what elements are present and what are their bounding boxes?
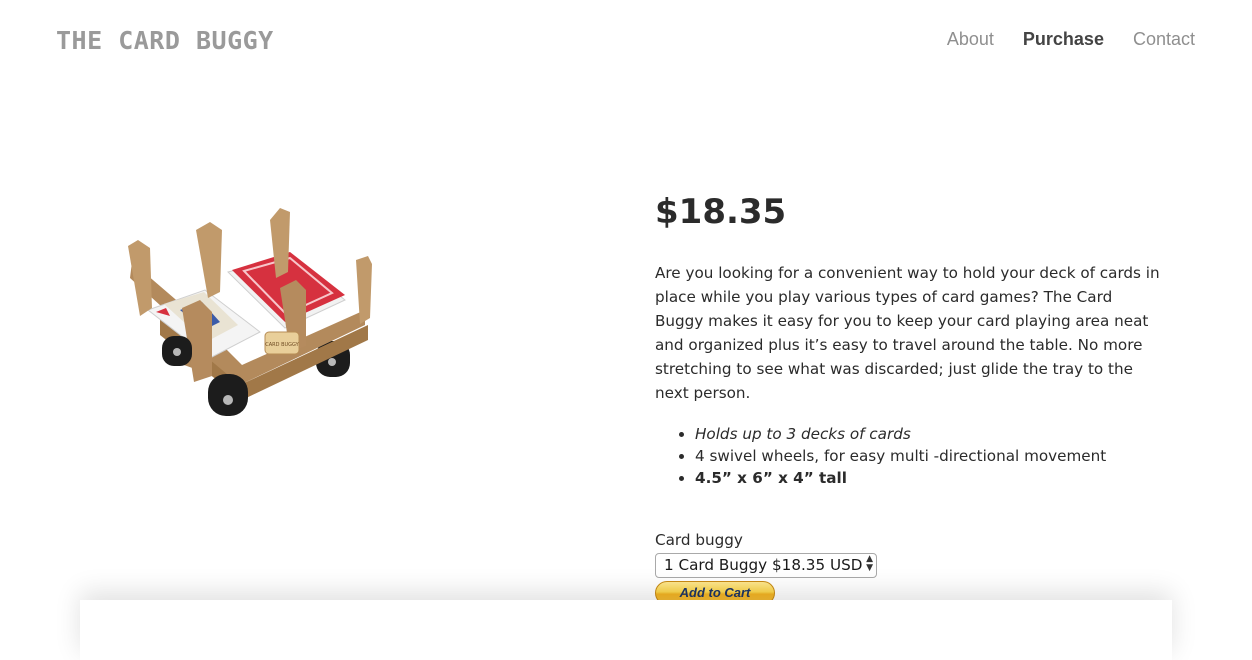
- feature-item: Holds up to 3 decks of cards: [695, 423, 1106, 445]
- svg-text:CARD BUGGY: CARD BUGGY: [265, 342, 299, 348]
- main-nav: About Purchase Contact: [947, 29, 1195, 50]
- quantity-select[interactable]: 1 Card Buggy $18.35 USD ▲ ▼: [655, 553, 877, 578]
- footer-edge: [80, 600, 1172, 660]
- product-price: $18.35: [655, 192, 787, 232]
- site-logo[interactable]: THE CARD BUGGY: [56, 26, 274, 55]
- feature-item: 4.5” x 6” x 4” tall: [695, 467, 1106, 489]
- feature-item: 4 swivel wheels, for easy multi -directi…: [695, 445, 1106, 467]
- nav-contact[interactable]: Contact: [1133, 29, 1195, 50]
- selected-option: 1 Card Buggy $18.35 USD: [664, 556, 863, 574]
- wheel-front-left: [208, 374, 248, 416]
- nav-purchase[interactable]: Purchase: [1023, 29, 1104, 50]
- option-label: Card buggy: [655, 531, 743, 549]
- wheel-back-left: [162, 336, 192, 366]
- product-description: Are you looking for a convenient way to …: [655, 264, 1160, 402]
- buggy-label: CARD BUGGY: [264, 331, 300, 355]
- select-arrows-icon: ▲ ▼: [866, 554, 873, 573]
- card-buggy-illustration: CARD BUGGY: [128, 208, 372, 416]
- nav-about[interactable]: About: [947, 29, 994, 50]
- product-image: CARD BUGGY: [120, 200, 380, 425]
- feature-list: Holds up to 3 decks of cards 4 swivel wh…: [655, 423, 1106, 489]
